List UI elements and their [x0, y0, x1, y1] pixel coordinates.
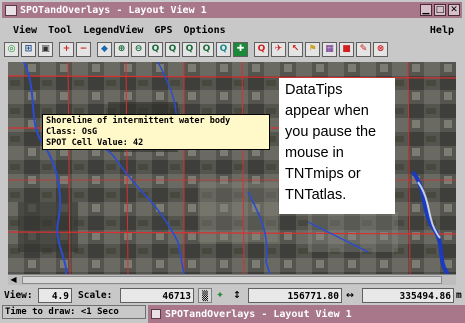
overview-icon[interactable]: ▣	[38, 42, 53, 57]
pan-icon[interactable]: Q	[182, 42, 197, 57]
tool-icon[interactable]: ✎	[356, 42, 371, 57]
taskbar-window-title: SPOTandOverlays - Layout View 1	[165, 308, 352, 320]
unit-label: m	[456, 290, 462, 301]
app-window: SPOTandOverlays - Layout View 1 ▁ □ ✕ Vi…	[0, 0, 465, 323]
x-axis-icon: ↔	[346, 290, 354, 301]
tool-more-icon[interactable]: ⊗	[373, 42, 388, 57]
scroll-thumb[interactable]	[22, 276, 442, 284]
view-label: View:	[4, 290, 33, 301]
full-extent-icon[interactable]: ⊞	[21, 42, 36, 57]
map-view[interactable]: Shoreline of intermittent water body Cla…	[8, 62, 456, 274]
menu-help[interactable]: Help	[430, 25, 454, 36]
scroll-left-icon[interactable]: ◀	[8, 275, 19, 285]
maximize-button[interactable]: □	[434, 4, 446, 16]
gps-icon[interactable]: Q	[254, 42, 269, 57]
menu-bar: View Tool LegendView GPS Options Help	[2, 22, 462, 39]
menu-gps[interactable]: GPS	[154, 25, 172, 36]
datatip-class: Class: OsG	[46, 127, 98, 137]
select-icon[interactable]: ◆	[97, 42, 112, 57]
datatip-feature: Shoreline of intermittent water body	[46, 116, 231, 126]
horizontal-scrollbar[interactable]: ◀	[8, 274, 456, 285]
menu-options[interactable]: Options	[183, 25, 225, 36]
draw-time-status: Time to draw: <1 Seco	[2, 305, 146, 319]
magnify-icon[interactable]: Q	[148, 42, 163, 57]
minimize-button[interactable]: ▁	[420, 4, 432, 16]
status-bar: View: 4.9 Scale: 46713 ▒ ✦ ↕ 156771.80 ↔…	[2, 288, 462, 303]
redraw-icon[interactable]: Q	[199, 42, 214, 57]
remove-layer-icon[interactable]: −	[76, 42, 91, 57]
view-field[interactable]: 4.9	[38, 288, 72, 303]
zoom-in-icon[interactable]: ⊕	[114, 42, 129, 57]
layer-control-icon[interactable]: ■	[339, 42, 354, 57]
zoom-box-icon[interactable]: ◎	[4, 42, 19, 57]
draw-icon[interactable]: ✈	[271, 42, 286, 57]
taskbar-window-button[interactable]: SPOTandOverlays - Layout View 1	[148, 305, 465, 323]
title-bar[interactable]: SPOTandOverlays - Layout View 1 ▁ □ ✕	[2, 2, 462, 18]
toolbar: ◎ ⊞ ▣ + − ◆ ⊕ ⊖ Q Q Q Q Q ✚ Q ✈ ↖ ⚑ ▦ ■ …	[2, 40, 462, 59]
add-layer-icon[interactable]: +	[59, 42, 74, 57]
zoom-1x-icon[interactable]: Q	[165, 42, 180, 57]
measure-icon[interactable]: ✚	[233, 42, 248, 57]
menu-view[interactable]: View	[13, 25, 37, 36]
x-coordinate-field[interactable]: 335494.86	[362, 288, 454, 303]
datatip-cell-value: SPOT Cell Value: 42	[46, 138, 144, 148]
window-title: SPOTandOverlays - Layout View 1	[20, 4, 207, 16]
datatip-icon[interactable]: Q	[216, 42, 231, 57]
coordinate-tool-icon[interactable]: ✦	[216, 288, 230, 303]
close-button[interactable]: ✕	[448, 4, 460, 16]
zoom-out-icon[interactable]: ⊖	[131, 42, 146, 57]
y-axis-icon: ↕	[233, 290, 241, 301]
scale-label: Scale:	[78, 290, 113, 301]
y-coordinate-field[interactable]: 156771.80	[248, 288, 342, 303]
legend-icon[interactable]: ▦	[322, 42, 337, 57]
menu-tool[interactable]: Tool	[48, 25, 72, 36]
menu-legendview[interactable]: LegendView	[83, 25, 143, 36]
window-icon	[151, 309, 161, 319]
scale-field[interactable]: 46713	[120, 288, 194, 303]
arrow-icon[interactable]: ↖	[288, 42, 303, 57]
annotation-callout: DataTips appear when you pause the mouse…	[279, 78, 395, 214]
flag-icon[interactable]: ⚑	[305, 42, 320, 57]
datatip-popup: Shoreline of intermittent water body Cla…	[42, 114, 270, 150]
window-menu-icon[interactable]	[5, 4, 17, 16]
scale-lock-icon[interactable]: ▒	[198, 288, 212, 303]
